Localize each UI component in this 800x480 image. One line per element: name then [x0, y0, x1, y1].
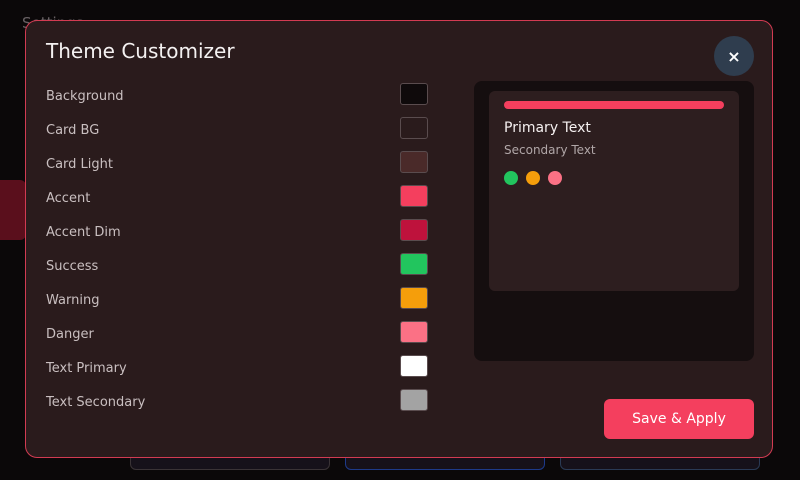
color-swatch-card-light[interactable]: [400, 151, 428, 173]
save-apply-button[interactable]: Save & Apply: [604, 399, 754, 439]
color-swatch-background[interactable]: [400, 83, 428, 105]
color-swatch-danger[interactable]: [400, 321, 428, 343]
background-side-tab: [0, 180, 26, 240]
color-label: Success: [46, 258, 99, 274]
preview-accent-bar: [504, 101, 724, 109]
color-label: Accent: [46, 190, 91, 206]
color-swatch-warning[interactable]: [400, 287, 428, 309]
color-label: Text Primary: [46, 360, 127, 376]
success-dot: [504, 171, 518, 185]
color-row-warning: Warning: [46, 283, 428, 317]
color-row-card-bg: Card BG: [46, 113, 428, 147]
color-row-danger: Danger: [46, 317, 428, 351]
preview-card: Primary Text Secondary Text: [489, 91, 739, 291]
color-label: Card BG: [46, 122, 100, 138]
theme-customizer-modal: Theme Customizer × Background Card BG Ca…: [25, 20, 773, 458]
theme-preview-panel: Primary Text Secondary Text: [474, 81, 754, 361]
preview-secondary-text: Secondary Text: [504, 143, 596, 157]
color-list: Background Card BG Card Light Accent Acc…: [46, 79, 428, 419]
color-row-accent-dim: Accent Dim: [46, 215, 428, 249]
color-label: Card Light: [46, 156, 113, 172]
color-row-text-primary: Text Primary: [46, 351, 428, 385]
color-swatch-text-secondary[interactable]: [400, 389, 428, 411]
color-label: Accent Dim: [46, 224, 121, 240]
color-label: Danger: [46, 326, 94, 342]
color-row-success: Success: [46, 249, 428, 283]
modal-title: Theme Customizer: [46, 39, 235, 63]
color-label: Background: [46, 88, 124, 104]
color-swatch-success[interactable]: [400, 253, 428, 275]
preview-status-dots: [504, 171, 562, 185]
color-row-card-light: Card Light: [46, 147, 428, 181]
color-label: Text Secondary: [46, 394, 146, 410]
preview-primary-text: Primary Text: [504, 120, 591, 136]
color-row-background: Background: [46, 79, 428, 113]
close-button[interactable]: ×: [714, 36, 754, 76]
color-row-text-secondary: Text Secondary: [46, 385, 428, 419]
color-swatch-accent[interactable]: [400, 185, 428, 207]
danger-dot: [548, 171, 562, 185]
color-label: Warning: [46, 292, 100, 308]
color-swatch-accent-dim[interactable]: [400, 219, 428, 241]
color-row-accent: Accent: [46, 181, 428, 215]
color-swatch-text-primary[interactable]: [400, 355, 428, 377]
warning-dot: [526, 171, 540, 185]
close-icon: ×: [727, 46, 741, 66]
color-swatch-card-bg[interactable]: [400, 117, 428, 139]
